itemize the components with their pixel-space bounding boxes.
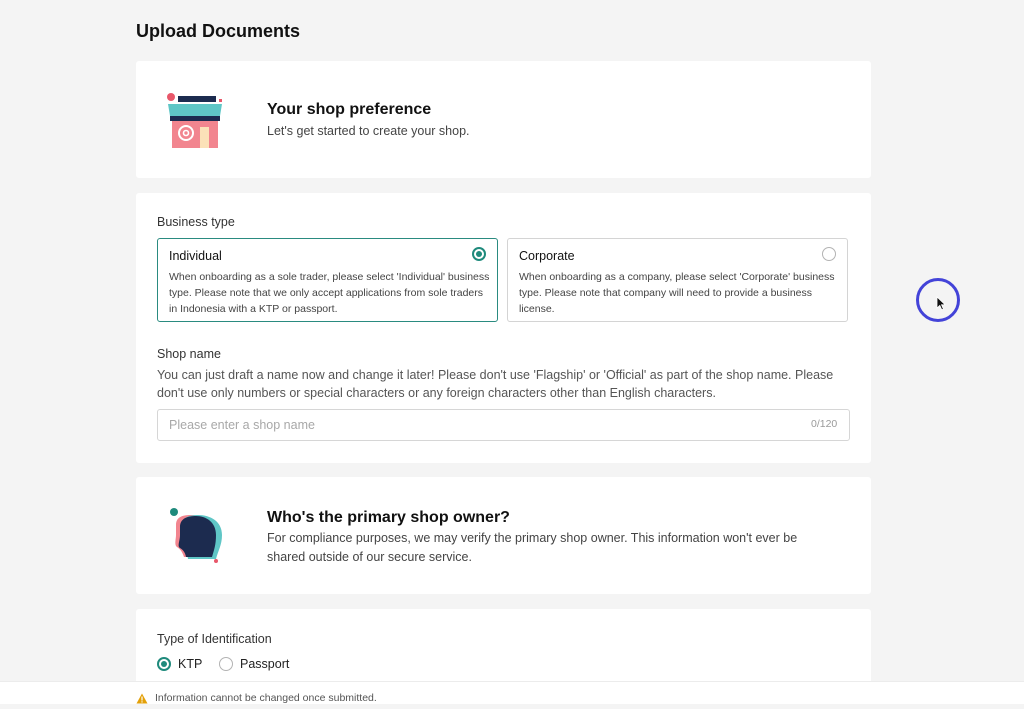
warning-icon: [136, 691, 148, 709]
shop-preference-card: Your shop preference Let's get started t…: [136, 61, 871, 178]
passport-radio[interactable]: [219, 657, 233, 671]
option-description: When onboarding as a company, please sel…: [519, 271, 835, 315]
primary-owner-subtitle: For compliance purposes, we may verify t…: [267, 531, 798, 564]
shop-preference-title: Your shop preference: [267, 101, 432, 118]
option-title: Corporate: [519, 249, 575, 263]
primary-owner-title: Who's the primary shop owner?: [267, 509, 510, 526]
ktp-label: KTP: [178, 657, 203, 671]
footer-warning-bar: Information cannot be changed once submi…: [0, 681, 1024, 704]
business-type-corporate-option[interactable]: Corporate When onboarding as a company, …: [507, 238, 848, 322]
storefront-icon: [164, 91, 226, 156]
option-title: Individual: [169, 249, 222, 263]
person-profile-icon: [164, 505, 226, 572]
shop-name-input[interactable]: [157, 409, 850, 441]
ktp-radio[interactable]: [157, 657, 171, 671]
shop-name-help-text: You can just draft a name now and change…: [157, 368, 834, 400]
passport-option[interactable]: Passport: [219, 657, 289, 671]
business-details-card: Business type Individual When onboarding…: [136, 193, 871, 463]
warning-text: Information cannot be changed once submi…: [155, 692, 377, 704]
shop-name-label: Shop name: [157, 347, 221, 361]
ktp-option[interactable]: KTP: [157, 657, 202, 671]
business-type-label: Business type: [157, 215, 235, 229]
individual-radio[interactable]: [472, 247, 486, 261]
option-description: When onboarding as a sole trader, please…: [169, 271, 490, 315]
identification-type-label: Type of Identification: [157, 632, 272, 646]
passport-label: Passport: [240, 657, 290, 671]
page-title: Upload Documents: [136, 21, 301, 41]
business-type-individual-option[interactable]: Individual When onboarding as a sole tra…: [157, 238, 498, 322]
corporate-radio[interactable]: [822, 247, 836, 261]
character-counter: 0/120: [811, 418, 838, 430]
primary-owner-card: Who's the primary shop owner? For compli…: [136, 477, 871, 594]
shop-preference-subtitle: Let's get started to create your shop.: [267, 124, 470, 138]
mouse-pointer-icon: [936, 296, 946, 316]
